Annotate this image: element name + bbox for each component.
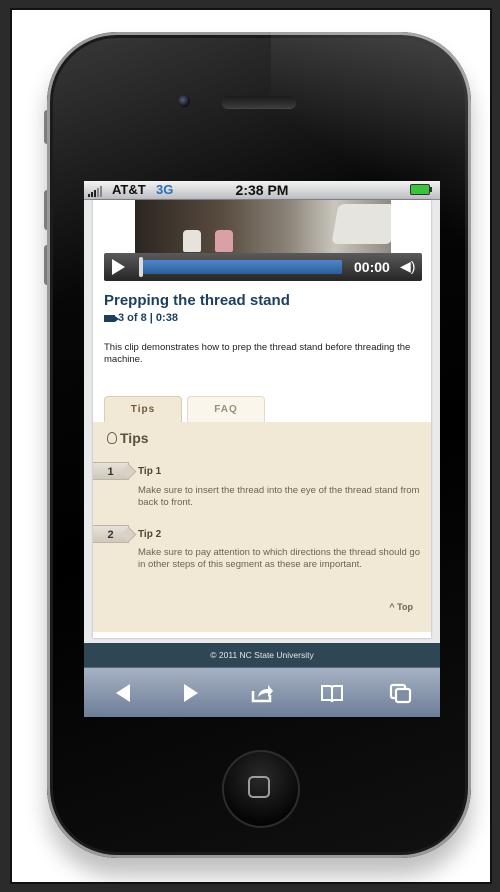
- tip-text-2: Make sure to pay attention to which dire…: [138, 547, 421, 570]
- back-to-top-label: Top: [397, 602, 413, 612]
- tab-faq[interactable]: FAQ: [187, 396, 265, 422]
- lightbulb-icon: [107, 432, 117, 444]
- bookmarks-icon[interactable]: [320, 682, 344, 704]
- home-button[interactable]: [222, 750, 300, 828]
- tips-heading-text: Tips: [120, 430, 149, 446]
- status-time: 2:38 PM: [235, 182, 289, 198]
- video-player-controls: 00:00 ◀): [104, 253, 422, 281]
- tip-text-1: Make sure to insert the thread into the …: [138, 485, 420, 508]
- chevron-up-icon: ^: [389, 602, 395, 612]
- tab-tips[interactable]: Tips: [104, 396, 182, 422]
- pages-icon[interactable]: [389, 682, 413, 704]
- video-meta: 3 of 8 | 0:38: [104, 312, 178, 324]
- safari-toolbar: [84, 667, 440, 717]
- tip-title-2: Tip 2: [138, 529, 162, 540]
- status-bar: AT&T 3G 2:38 PM: [84, 181, 440, 200]
- earpiece-speaker: [222, 96, 296, 108]
- scrubber-handle[interactable]: [139, 257, 143, 277]
- volume-icon[interactable]: ◀): [400, 258, 415, 275]
- tips-panel: Tips 1 Tip 1 Make sure to insert the thr…: [93, 422, 431, 632]
- video-title: Prepping the thread stand: [104, 292, 290, 309]
- video-progress-bar[interactable]: [142, 260, 342, 274]
- video-description: This clip demonstrates how to prep the t…: [104, 342, 411, 365]
- video-thumbnail[interactable]: [135, 200, 391, 254]
- back-icon[interactable]: [112, 682, 136, 704]
- play-icon[interactable]: [112, 259, 125, 275]
- share-icon[interactable]: [250, 682, 274, 704]
- page-footer: © 2011 NC State University: [84, 643, 440, 667]
- thread-spool-pink: [215, 230, 233, 252]
- video-meta-text: 3 of 8 | 0:38: [118, 312, 178, 324]
- video-camera-icon: [104, 314, 119, 322]
- forward-icon[interactable]: [178, 682, 202, 704]
- thread-spool-white: [183, 230, 201, 252]
- home-square-icon: [248, 776, 270, 798]
- back-to-top-link[interactable]: ^ Top: [389, 602, 413, 612]
- phone-screen: AT&T 3G 2:38 PM 00:00 ◀) Prepping the th…: [84, 181, 440, 717]
- front-camera: [178, 95, 190, 107]
- tip-number-2: 2: [93, 525, 129, 543]
- battery-icon: [410, 184, 432, 195]
- tips-heading: Tips: [107, 430, 149, 446]
- tip-number-1: 1: [93, 462, 129, 480]
- video-time: 00:00: [354, 259, 390, 275]
- sewing-machine: [331, 204, 391, 244]
- tip-title-1: Tip 1: [138, 466, 162, 477]
- page-content: 00:00 ◀) Prepping the thread stand 3 of …: [93, 200, 431, 638]
